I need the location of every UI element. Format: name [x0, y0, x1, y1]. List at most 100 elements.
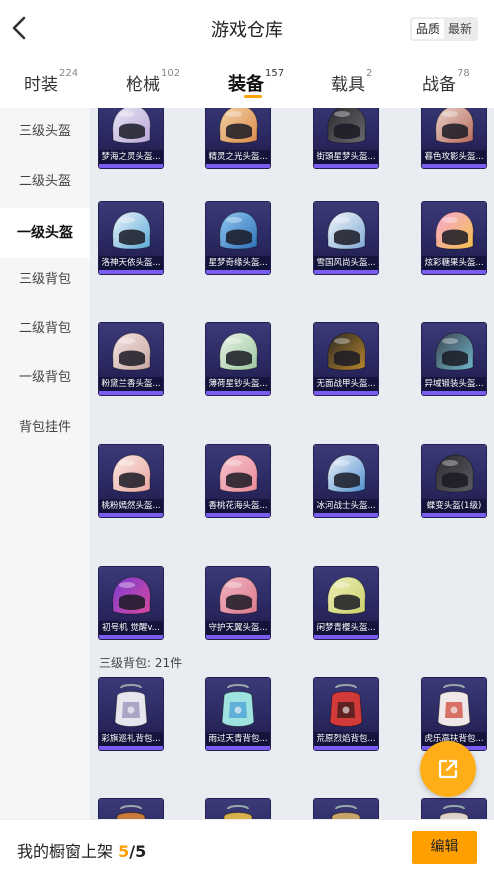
helmet-item-card[interactable]: 精灵之光头盔...	[206, 108, 270, 168]
backpack-item-card[interactable]	[314, 799, 378, 819]
sidebar-item-level2-helmet[interactable]: 二级头盔	[0, 162, 90, 202]
bottom-bar: 我的橱窗上架 5/5 编辑	[0, 819, 494, 875]
tab-supplies[interactable]: 战备78	[422, 68, 470, 95]
helmet-icon	[327, 332, 366, 371]
item-name: 彩旗巡礼背包...	[99, 732, 163, 746]
helmet-icon	[327, 108, 366, 144]
item-name: 星梦奇缘头盔...	[206, 256, 270, 270]
helmet-item-card[interactable]: 异域锻装头盔...	[422, 323, 486, 395]
item-name: 守护天翼头盔...	[206, 621, 270, 635]
item-name: 梦海之灵头盔...	[99, 150, 163, 164]
item-name: 初号机 觉醒v...	[99, 621, 163, 635]
item-name: 蝶变头盔(1级)	[422, 499, 486, 513]
backpack-item-card[interactable]: 虎乐高扶背包...	[422, 678, 486, 750]
item-name: 桃粉嫣然头盔...	[99, 499, 163, 513]
item-name: 街頭星梦头盔...	[314, 150, 378, 164]
showcase-max-count: 5	[135, 842, 147, 861]
helmet-icon	[219, 332, 258, 371]
tab-label: 时装	[24, 75, 58, 95]
helmet-item-card[interactable]: 桃粉嫣然头盔...	[99, 445, 163, 517]
backpack-item-card[interactable]: 彩旗巡礼背包...	[99, 678, 163, 750]
helmet-item-card[interactable]: 炫彩糖果头盔...	[422, 202, 486, 274]
tab-count: 102	[161, 68, 181, 79]
item-name: 炫彩糖果头盔...	[422, 256, 486, 270]
helmet-icon	[112, 576, 151, 615]
helmet-icon	[435, 108, 474, 144]
tab-label: 战备	[422, 75, 456, 95]
backpack-icon	[437, 684, 471, 727]
sort-option-quality[interactable]: 品质	[411, 19, 444, 39]
backpack-icon	[116, 805, 146, 819]
showcase-current-count: 5	[118, 842, 130, 861]
helmet-icon	[435, 211, 474, 250]
helmet-item-card[interactable]: 无面战甲头盔...	[314, 323, 378, 395]
item-name: 荒原烈焰背包...	[314, 732, 378, 746]
back-button[interactable]	[8, 14, 32, 42]
helmet-icon	[219, 454, 258, 493]
helmet-icon	[112, 454, 151, 493]
backpack-item-card[interactable]: 雨过天青背包...	[206, 678, 270, 750]
item-name: 洛神天依头盔...	[99, 256, 163, 270]
sidebar: 三级头盔 二级头盔 一级头盔 三级背包 二级背包 一级背包 背包挂件	[0, 108, 90, 819]
helmet-icon	[327, 211, 366, 250]
helmet-item-card[interactable]: 星梦奇缘头盔...	[206, 202, 270, 274]
helmet-icon	[435, 332, 474, 371]
item-name: 粉黛兰香头盔...	[99, 377, 163, 391]
backpack-item-card[interactable]	[206, 799, 270, 819]
helmet-item-card[interactable]: 粉黛兰香头盔...	[99, 323, 163, 395]
helmet-item-card[interactable]: 雪国风尚头盔...	[314, 202, 378, 274]
tab-label: 枪械	[126, 75, 160, 95]
backpack-item-card[interactable]	[422, 799, 486, 819]
sidebar-item-backpack-charm[interactable]: 背包挂件	[0, 408, 90, 448]
section-label: 三级背包: 21件	[99, 656, 183, 670]
share-external-icon	[438, 759, 458, 779]
tab-weapons[interactable]: 枪械102	[126, 68, 181, 95]
tab-vehicles[interactable]: 载具2	[331, 68, 373, 95]
helmet-icon	[112, 332, 151, 371]
header: 游戏仓库 品质 最新	[0, 0, 494, 58]
share-button[interactable]	[420, 741, 476, 797]
helmet-item-card[interactable]: 洛神天依头盔...	[99, 202, 163, 274]
item-name: 闲梦青樱头盔...	[314, 621, 378, 635]
tab-equipment[interactable]: 装备157	[228, 68, 284, 96]
helmet-icon	[219, 108, 258, 144]
sort-option-latest[interactable]: 最新	[444, 19, 476, 39]
helmet-icon	[112, 211, 151, 250]
helmet-icon	[327, 576, 366, 615]
helmet-item-card[interactable]: 守护天翼头盔...	[206, 567, 270, 639]
sidebar-item-level3-backpack[interactable]: 三级背包	[0, 260, 90, 300]
helmet-item-card[interactable]: 初号机 觉醒v...	[99, 567, 163, 639]
active-tab-indicator	[244, 95, 262, 98]
helmet-item-card[interactable]: 闲梦青樱头盔...	[314, 567, 378, 639]
item-grid: 三级背包: 21件 梦海之灵头盔... 精灵之光头盔... 街頭星梦头盔... 暮色攻…	[90, 108, 494, 819]
item-name: 暮色攻影头盔...	[422, 150, 486, 164]
category-tabs: 时装224 枪械102 装备157 载具2 战备78	[0, 58, 494, 108]
backpack-icon	[221, 684, 255, 727]
tab-fashion[interactable]: 时装224	[24, 68, 79, 95]
sidebar-item-level3-helmet[interactable]: 三级头盔	[0, 112, 90, 152]
sidebar-item-level1-helmet[interactable]: 一级头盔	[0, 208, 90, 258]
helmet-item-card[interactable]: 蝶变头盔(1级)	[422, 445, 486, 517]
helmet-item-card[interactable]: 香桃花海头盔...	[206, 445, 270, 517]
helmet-item-card[interactable]: 薄荷星钞头盔...	[206, 323, 270, 395]
edit-button[interactable]: 编辑	[412, 831, 477, 864]
helmet-item-card[interactable]: 梦海之灵头盔...	[99, 108, 163, 168]
backpack-item-card[interactable]: 荒原烈焰背包...	[314, 678, 378, 750]
sidebar-item-level2-backpack[interactable]: 二级背包	[0, 309, 90, 349]
tab-label: 装备	[228, 74, 264, 95]
item-name: 薄荷星钞头盔...	[206, 377, 270, 391]
sidebar-item-level1-backpack[interactable]: 一级背包	[0, 358, 90, 398]
item-name: 香桃花海头盔...	[206, 499, 270, 513]
backpack-item-card[interactable]	[99, 799, 163, 819]
sort-toggle: 品质 最新	[409, 17, 478, 41]
item-name: 异域锻装头盔...	[422, 377, 486, 391]
tab-count: 2	[366, 68, 373, 79]
item-name: 雨过天青背包...	[206, 732, 270, 746]
helmet-item-card[interactable]: 街頭星梦头盔...	[314, 108, 378, 168]
tab-count: 224	[59, 68, 79, 79]
helmet-icon	[435, 454, 474, 493]
helmet-item-card[interactable]: 暮色攻影头盔...	[422, 108, 486, 168]
showcase-label: 我的橱窗上架	[17, 842, 114, 861]
item-name: 无面战甲头盔...	[314, 377, 378, 391]
helmet-item-card[interactable]: 冰河战士头盔...	[314, 445, 378, 517]
